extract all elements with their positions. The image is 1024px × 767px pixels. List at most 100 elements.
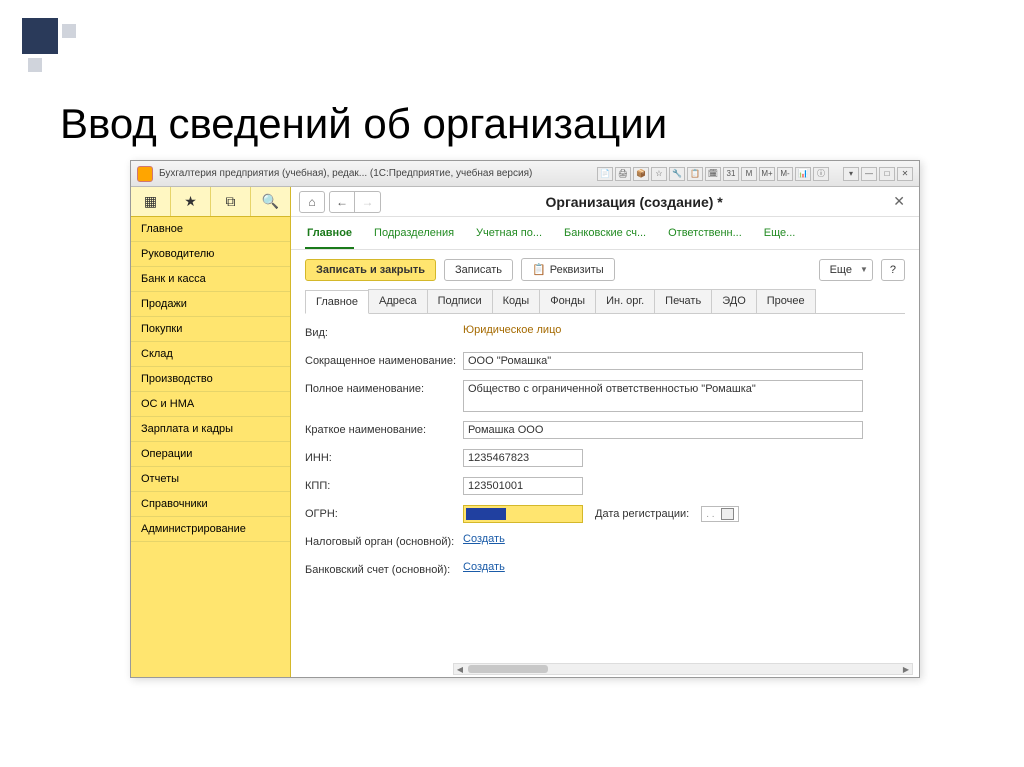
horizontal-scrollbar[interactable]: ◀ ▶ <box>453 663 913 675</box>
inner-tab[interactable]: Ин. орг. <box>595 289 655 313</box>
inner-tab[interactable]: Подписи <box>427 289 493 313</box>
app-logo-icon <box>137 166 153 182</box>
scroll-left-icon[interactable]: ◀ <box>454 664 466 674</box>
sidebar-item[interactable]: Склад <box>131 342 290 367</box>
sidebar-item[interactable]: ОС и НМА <box>131 392 290 417</box>
window-title: Бухгалтерия предприятия (учебная), редак… <box>159 168 597 179</box>
close-icon[interactable]: ✕ <box>887 193 911 210</box>
scroll-right-icon[interactable]: ▶ <box>900 664 912 674</box>
forward-button[interactable]: → <box>355 191 381 213</box>
sidebar-nav: ГлавноеРуководителюБанк и кассаПродажиПо… <box>131 217 290 542</box>
sidebar: ▦ ★ ⧉ 🔍 ГлавноеРуководителюБанк и кассаП… <box>131 187 291 677</box>
more-button[interactable]: Еще▼ <box>819 259 873 281</box>
window-icon[interactable]: M <box>741 167 757 181</box>
brief-name-label: Краткое наименование: <box>305 421 463 436</box>
window-titlebar: Бухгалтерия предприятия (учебная), редак… <box>131 161 919 187</box>
window-icon[interactable]: 31 <box>723 167 739 181</box>
tax-org-label: Налоговый орган (основной): <box>305 533 463 548</box>
help-button[interactable]: ? <box>881 259 905 281</box>
sidebar-item[interactable]: Производство <box>131 367 290 392</box>
page-title: Организация (создание) * <box>385 194 883 210</box>
reg-date-label: Дата регистрации: <box>595 508 689 520</box>
full-name-input[interactable] <box>463 380 863 412</box>
inner-tab[interactable]: Коды <box>492 289 541 313</box>
inner-tab[interactable]: Фонды <box>539 289 596 313</box>
sidebar-item[interactable]: Справочники <box>131 492 290 517</box>
back-button[interactable]: ← <box>329 191 355 213</box>
tab-icon[interactable]: ⧉ <box>211 187 251 216</box>
sidebar-item[interactable]: Руководителю <box>131 242 290 267</box>
sidebar-item[interactable]: Зарплата и кадры <box>131 417 290 442</box>
inner-tab[interactable]: ЭДО <box>711 289 757 313</box>
window-icon[interactable]: ▾ <box>843 167 859 181</box>
window-icon[interactable]: ✕ <box>897 167 913 181</box>
section-tab[interactable]: Ответственн... <box>666 223 744 249</box>
section-tab[interactable]: Еще... <box>762 223 798 249</box>
kpp-label: КПП: <box>305 477 463 492</box>
form: Вид: Юридическое лицо Сокращенное наимен… <box>291 314 919 599</box>
bank-acct-label: Банковский счет (основной): <box>305 561 463 576</box>
home-button[interactable]: ⌂ <box>299 191 325 213</box>
inner-tab[interactable]: Печать <box>654 289 712 313</box>
main-area: ⌂ ← → Организация (создание) * ✕ Главное… <box>291 187 919 677</box>
inner-tab[interactable]: Адреса <box>368 289 428 313</box>
window-icon[interactable]: 📊 <box>795 167 811 181</box>
sidebar-toolbar: ▦ ★ ⧉ 🔍 <box>131 187 290 217</box>
inn-label: ИНН: <box>305 449 463 464</box>
slide-title: Ввод сведений об организации <box>60 100 974 148</box>
window-icon[interactable]: — <box>861 167 877 181</box>
section-tabs: Главное Подразделения Учетная по... Банковс… <box>291 217 919 250</box>
list-icon: 📋 <box>532 263 546 276</box>
inn-input[interactable] <box>463 449 583 467</box>
sidebar-item[interactable]: Операции <box>131 442 290 467</box>
sidebar-item[interactable]: Банк и касса <box>131 267 290 292</box>
full-name-label: Полное наименование: <box>305 380 463 395</box>
bank-acct-create-link[interactable]: Создать <box>463 561 505 573</box>
window-icon[interactable]: M- <box>777 167 793 181</box>
section-tab[interactable]: Главное <box>305 223 354 249</box>
save-close-button[interactable]: Записать и закрыть <box>305 259 436 281</box>
kpp-input[interactable] <box>463 477 583 495</box>
sidebar-item[interactable]: Продажи <box>131 292 290 317</box>
star-icon[interactable]: ★ <box>171 187 211 216</box>
search-icon[interactable]: 🔍 <box>251 187 290 216</box>
sidebar-item[interactable]: Отчеты <box>131 467 290 492</box>
top-nav-row: ⌂ ← → Организация (создание) * ✕ <box>291 187 919 217</box>
window-icon[interactable]: ☆ <box>651 167 667 181</box>
window-icon[interactable]: M+ <box>759 167 775 181</box>
type-label: Вид: <box>305 324 463 339</box>
grid-icon[interactable]: ▦ <box>131 187 171 216</box>
short-name-label: Сокращенное наименование: <box>305 352 463 367</box>
window-icon[interactable]: 📦 <box>633 167 649 181</box>
ogrn-label: ОГРН: <box>305 505 463 520</box>
reg-date-input[interactable]: . . <box>701 506 738 522</box>
chevron-down-icon: ▼ <box>860 265 868 274</box>
sidebar-item[interactable]: Администрирование <box>131 517 290 542</box>
sidebar-item[interactable]: Покупки <box>131 317 290 342</box>
window-icon[interactable]: □ <box>879 167 895 181</box>
short-name-input[interactable] <box>463 352 863 370</box>
details-button[interactable]: 📋Реквизиты <box>521 258 615 281</box>
inner-tab[interactable]: Главное <box>305 290 369 314</box>
window-icon[interactable]: 📋 <box>687 167 703 181</box>
app-window: Бухгалтерия предприятия (учебная), редак… <box>130 160 920 678</box>
window-icon[interactable]: 🔧 <box>669 167 685 181</box>
toolbar: Записать и закрыть Записать 📋Реквизиты Е… <box>291 250 919 289</box>
calendar-icon[interactable] <box>721 508 734 520</box>
inner-tabs: ГлавноеАдресаПодписиКодыФондыИн. орг.Печ… <box>305 289 905 314</box>
section-tab[interactable]: Банковские сч... <box>562 223 648 249</box>
section-tab[interactable]: Подразделения <box>372 223 456 249</box>
section-tab[interactable]: Учетная по... <box>474 223 544 249</box>
window-icon[interactable]: 🗓 <box>705 167 721 181</box>
ogrn-input[interactable] <box>463 505 583 523</box>
inner-tab[interactable]: Прочее <box>756 289 816 313</box>
tax-org-create-link[interactable]: Создать <box>463 533 505 545</box>
scrollbar-thumb[interactable] <box>468 665 548 673</box>
window-icon[interactable]: 📄 <box>597 167 613 181</box>
sidebar-item[interactable]: Главное <box>131 217 290 242</box>
window-icon[interactable]: ⓘ <box>813 167 829 181</box>
type-value[interactable]: Юридическое лицо <box>463 324 905 336</box>
save-button[interactable]: Записать <box>444 259 513 281</box>
window-icon[interactable]: 🖨 <box>615 167 631 181</box>
brief-name-input[interactable] <box>463 421 863 439</box>
